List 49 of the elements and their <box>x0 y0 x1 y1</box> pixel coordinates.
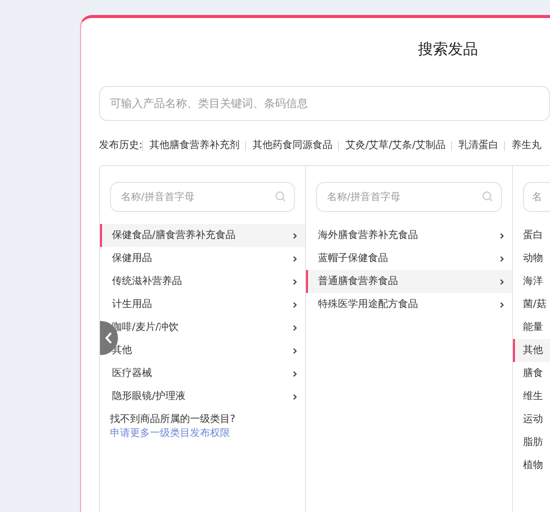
chevron-right-icon <box>293 324 297 330</box>
category-item[interactable]: 能量 <box>513 316 550 339</box>
category-item[interactable]: 动物 <box>513 247 550 270</box>
help-text: 找不到商品所属的一级类目? 申请更多一级类目发布权限 <box>109 412 236 441</box>
search-icon <box>482 191 493 202</box>
chevron-right-icon <box>293 394 297 400</box>
category-item[interactable]: 海洋 <box>513 270 550 293</box>
category-item[interactable]: 海外膳食营养补充食品 <box>306 224 512 247</box>
chevron-right-icon <box>500 278 504 284</box>
category-item[interactable]: 蓝帽子保健食品 <box>306 247 512 270</box>
category-item[interactable]: 菌/菇 <box>513 293 550 316</box>
chevron-left-icon <box>105 332 113 344</box>
chevron-right-icon <box>293 302 297 308</box>
category-item[interactable]: 维生 <box>513 385 550 408</box>
category-search-field[interactable]: 名称/拼音首字母 <box>110 182 295 212</box>
category-item[interactable]: 脂肪 <box>513 431 550 454</box>
chevron-right-icon <box>293 278 297 284</box>
chevron-right-icon <box>293 256 297 262</box>
history-link[interactable]: 养生丸 <box>504 140 548 150</box>
category-item[interactable]: 蛋白 <box>513 224 550 247</box>
dialog-title: 搜索发品 <box>418 40 478 58</box>
category-item[interactable]: 运动 <box>513 408 550 431</box>
search-field[interactable]: 可输入产品名称、类目关键词、条码信息 <box>99 86 550 121</box>
history-link[interactable]: 乳清蛋白 <box>451 140 504 150</box>
category-item[interactable]: 普通膳食营养食品 <box>306 270 512 293</box>
chevron-right-icon <box>500 256 504 262</box>
chevron-right-icon <box>293 232 297 238</box>
category-item[interactable]: 植物 <box>513 454 550 477</box>
category-item[interactable]: 隐形眼镜/护理液 <box>100 385 305 408</box>
category-item[interactable]: 保健食品/膳食营养补充食品 <box>100 224 305 247</box>
history-link[interactable]: 其他药食同源食品 <box>245 140 338 150</box>
chevron-right-icon <box>293 370 297 376</box>
history-link[interactable]: 其他膳食营养补充剂 <box>142 140 246 150</box>
chevron-right-icon <box>500 302 504 308</box>
search-icon <box>275 191 286 202</box>
category-item[interactable]: 计生用品 <box>100 293 305 316</box>
category-item[interactable]: 其他 <box>513 339 550 362</box>
category-item[interactable]: 传统滋补营养品 <box>100 270 305 293</box>
permission-link[interactable]: 申请更多一级类目发布权限 <box>110 428 230 439</box>
chevron-right-icon <box>293 348 297 354</box>
history-link[interactable]: 艾灸/艾草/艾条/艾制品 <box>338 140 452 150</box>
category-search-field[interactable]: 名 <box>523 182 550 212</box>
category-search-field[interactable]: 名称/拼音首字母 <box>316 182 502 212</box>
category-item[interactable]: 特殊医学用途配方食品 <box>306 293 512 316</box>
chevron-right-icon <box>500 232 504 238</box>
category-item[interactable]: 膳食 <box>513 362 550 385</box>
history-label: 发布历史: <box>99 138 142 153</box>
category-item[interactable]: 保健用品 <box>100 247 305 270</box>
category-item[interactable]: 医疗器械 <box>100 362 305 385</box>
